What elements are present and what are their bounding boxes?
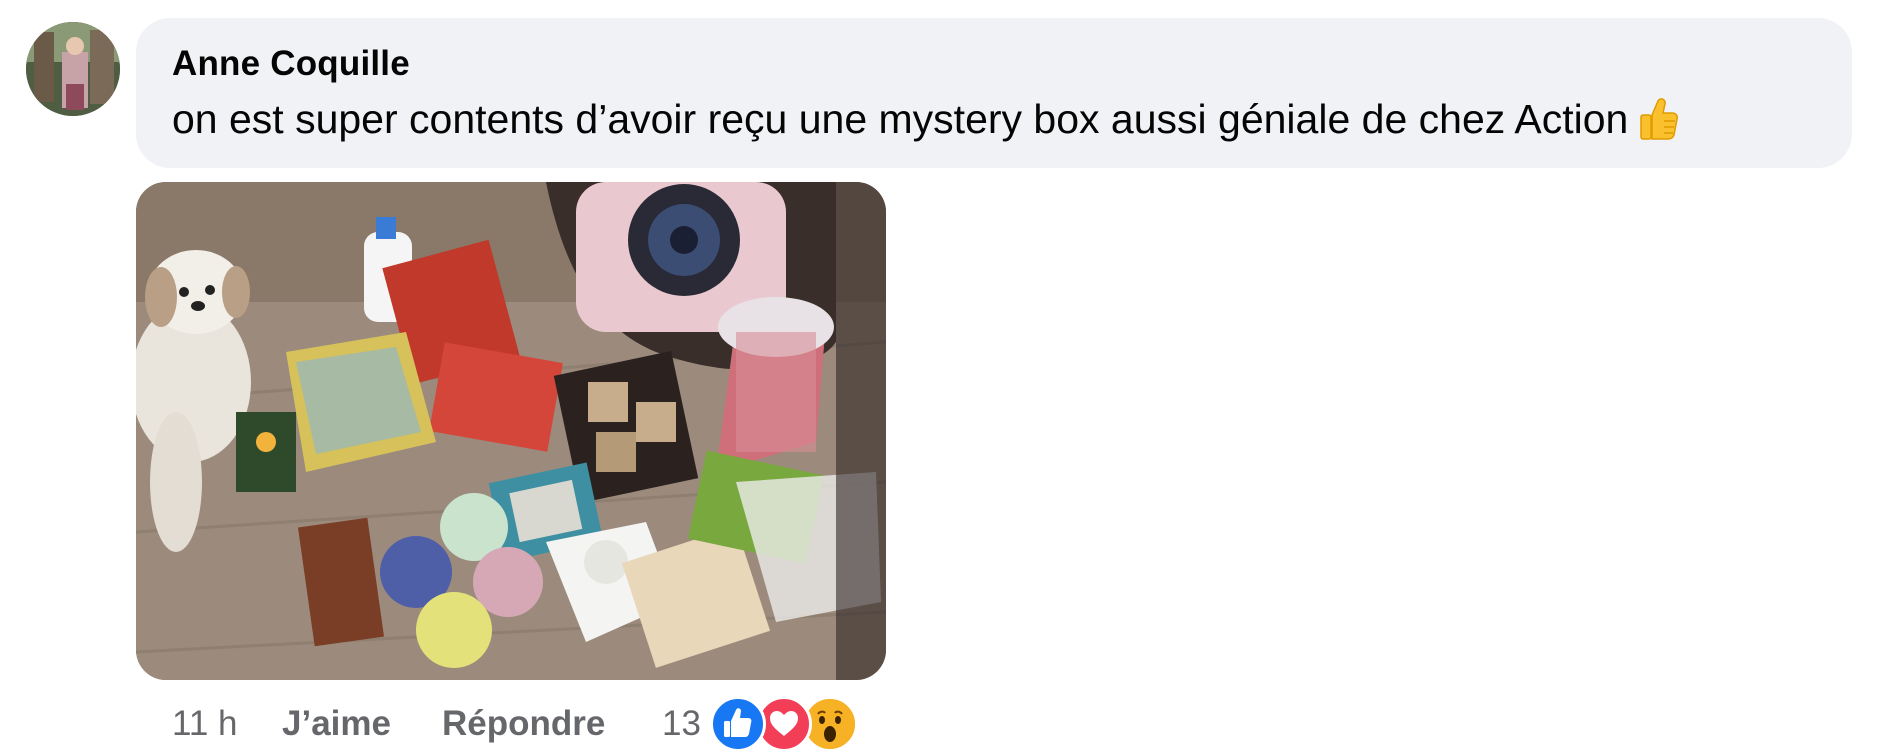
comment-author[interactable]: Anne Coquille	[172, 44, 1812, 84]
thumbs-up-emoji-icon	[1638, 97, 1679, 152]
comment-text-row: on est super contents d’avoir reçu une m…	[172, 94, 1812, 152]
like-reaction-icon	[710, 696, 766, 752]
attached-photo[interactable]	[136, 182, 886, 680]
comment-bubble: Anne Coquille on est super contents d’av…	[136, 18, 1852, 168]
comment-timestamp[interactable]: 11 h	[172, 704, 238, 744]
reply-button[interactable]: Répondre	[442, 704, 605, 744]
avatar[interactable]	[26, 22, 120, 116]
reaction-count[interactable]: 13	[662, 704, 701, 744]
like-button[interactable]: J’aime	[282, 704, 391, 744]
reaction-summary[interactable]	[710, 696, 870, 752]
comment-text: on est super contents d’avoir reçu une m…	[172, 96, 1629, 142]
